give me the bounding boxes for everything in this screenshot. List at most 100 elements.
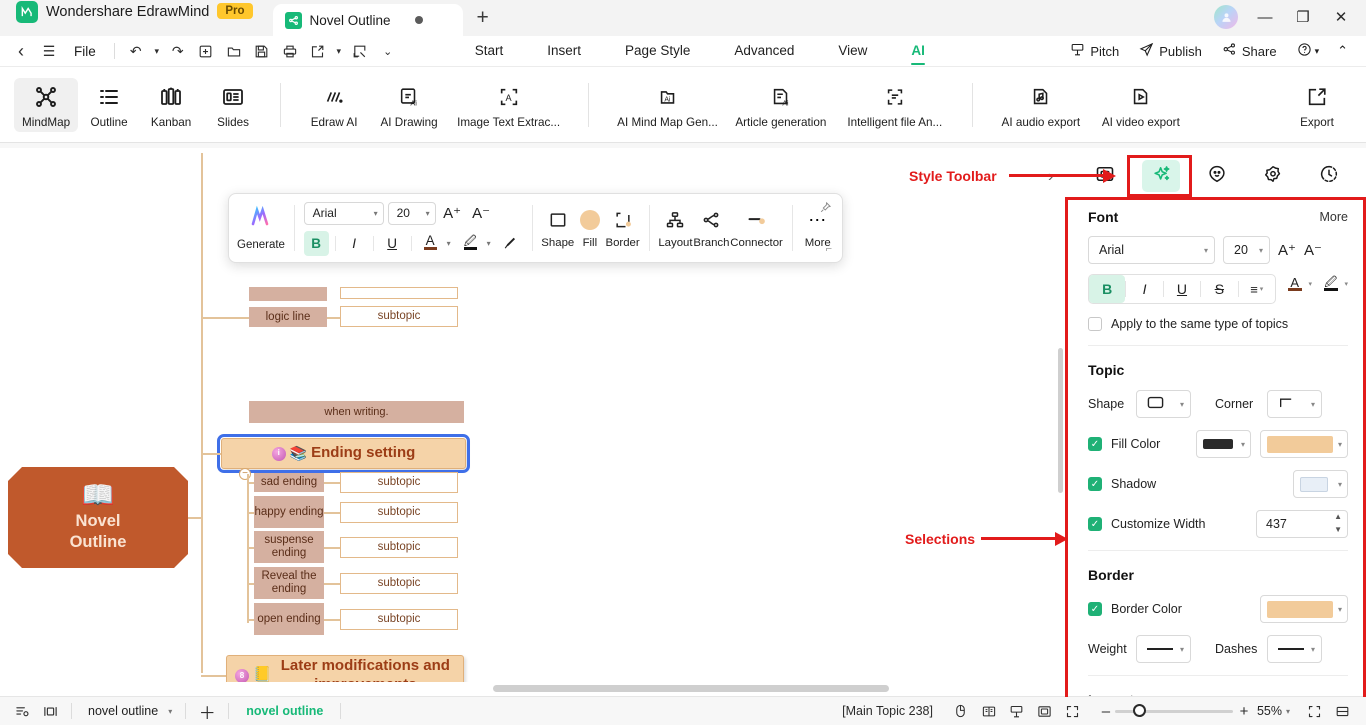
canvas-hscroll-thumb[interactable]	[493, 685, 889, 692]
panel-strikethrough-button[interactable]: S	[1201, 275, 1237, 303]
pin-toolbar-icon[interactable]	[819, 201, 832, 217]
fill-color-checkbox[interactable]: ✓	[1088, 437, 1102, 451]
increase-font-size-button[interactable]: A⁺	[440, 201, 465, 226]
file-menu[interactable]: File	[64, 44, 106, 59]
connector-button[interactable]: Connector	[730, 207, 783, 249]
outline-view-icon[interactable]	[8, 700, 36, 722]
ribbon-ai-audio-export[interactable]: AI audio export	[991, 78, 1091, 132]
collapse-panel-button[interactable]: ›	[1048, 168, 1053, 186]
zoom-in-button[interactable]: +	[1233, 703, 1255, 720]
border-color-checkbox[interactable]: ✓	[1088, 602, 1102, 616]
border-button[interactable]: Border	[605, 207, 640, 249]
tab-ai[interactable]: AI	[889, 36, 947, 66]
sheet-selector[interactable]: novel outline ▾	[79, 700, 178, 722]
new-tab-button[interactable]: +	[477, 6, 489, 30]
customize-width-checkbox[interactable]: ✓	[1088, 517, 1102, 531]
panel-bold-button[interactable]: B	[1089, 275, 1126, 303]
subtopic-open-ending[interactable]: subtopic	[340, 609, 458, 630]
undo-icon[interactable]: ↶	[123, 39, 149, 63]
undo-dropdown-caret[interactable]: ▾	[151, 39, 163, 63]
pitch-button[interactable]: Pitch	[1062, 42, 1127, 60]
ribbon-outline[interactable]: Outline	[78, 78, 140, 132]
zoom-slider[interactable]	[1114, 704, 1233, 717]
fill-button[interactable]: Fill	[574, 207, 605, 249]
new-file-icon[interactable]	[193, 39, 219, 63]
expand-toolbar-icon[interactable]: ⌐	[826, 243, 832, 255]
panel-highlight-color-button[interactable]: 🖉	[1318, 269, 1344, 299]
topic-happy-ending[interactable]: happy ending	[254, 496, 324, 528]
topic-logic-line[interactable]: logic line	[249, 307, 327, 327]
hamburger-menu-icon[interactable]: ☰	[36, 39, 62, 63]
topic-sad-ending[interactable]: sad ending	[254, 473, 324, 492]
width-stepper[interactable]: ▲ ▼	[1334, 513, 1342, 534]
tab-view[interactable]: View	[816, 36, 889, 66]
floating-format-toolbar[interactable]: Generate Arial ▾ 20 ▾ A⁺ A⁻ B I U A ▾ 🖉 …	[228, 193, 843, 263]
fit-screen-icon[interactable]	[1300, 700, 1328, 722]
tab-page-style[interactable]: Page Style	[603, 36, 712, 66]
topic-when-writing[interactable]: when writing.	[249, 401, 464, 423]
fill-color-select[interactable]: ▾	[1260, 430, 1348, 458]
zoom-out-button[interactable]: –	[1097, 703, 1115, 720]
fullscreen-icon[interactable]	[1059, 700, 1087, 722]
fill-line-color-select[interactable]: ▾	[1196, 430, 1251, 458]
user-avatar[interactable]	[1214, 5, 1238, 29]
branch1-collapse-toggle[interactable]: −	[239, 468, 251, 480]
font-family-select[interactable]: Arial ▾	[303, 201, 384, 225]
panel-align-button[interactable]: ≡ ▾	[1239, 275, 1275, 303]
more-commands-caret[interactable]: ⌄	[375, 39, 401, 63]
panel-font-size-select[interactable]: 20 ▾	[1223, 236, 1270, 264]
topic-ending-setting[interactable]: i 📚 Ending setting	[217, 434, 470, 473]
highlight-color-button[interactable]: 🖉	[458, 231, 483, 256]
close-button[interactable]: ✕	[1330, 8, 1352, 26]
share-button[interactable]: Share	[1214, 42, 1285, 60]
font-color-button[interactable]: A	[418, 231, 443, 256]
minimize-button[interactable]: —	[1254, 9, 1276, 26]
subtopic-suspense-ending[interactable]: subtopic	[340, 537, 458, 558]
book-view-icon[interactable]	[975, 700, 1003, 722]
save-icon[interactable]	[249, 39, 275, 63]
underline-button[interactable]: U	[380, 231, 405, 256]
fit-page-icon[interactable]	[1031, 700, 1059, 722]
shadow-color-select[interactable]: ▾	[1293, 470, 1348, 498]
layout-button[interactable]: Layout	[658, 207, 693, 249]
generate-button[interactable]: Generate	[237, 205, 285, 251]
shape-select[interactable]: ▾	[1136, 390, 1191, 418]
font-more-link[interactable]: More	[1320, 210, 1348, 224]
tab-start[interactable]: Start	[453, 36, 526, 66]
panel-decrease-font-button[interactable]: A⁻	[1304, 241, 1322, 259]
collapse-ribbon-button[interactable]: ⌃	[1331, 43, 1354, 59]
panel-underline-button[interactable]: U	[1164, 275, 1200, 303]
help-button[interactable]: ▾	[1289, 42, 1328, 60]
ribbon-ai-drawing[interactable]: Ai AI Drawing	[369, 78, 449, 132]
subtopic-sad-ending[interactable]: subtopic	[340, 472, 458, 493]
panel-text-color-button[interactable]: A	[1282, 269, 1308, 299]
document-tab[interactable]: Novel Outline	[272, 4, 463, 36]
decrease-font-size-button[interactable]: A⁻	[469, 201, 494, 226]
apply-same-type-row[interactable]: Apply to the same type of topics	[1088, 317, 1348, 331]
ribbon-kanban[interactable]: Kanban	[140, 78, 202, 132]
weight-select[interactable]: ▾	[1136, 635, 1191, 663]
mouse-mode-icon[interactable]	[947, 700, 975, 722]
active-sheet-tab[interactable]: novel outline	[236, 704, 333, 718]
panel-scrollbar[interactable]	[1058, 348, 1063, 493]
mindmap-root-node[interactable]: 📖 Novel Outline	[8, 467, 188, 568]
ribbon-export[interactable]: Export	[1286, 78, 1348, 132]
pitch-mode-icon[interactable]	[1003, 700, 1031, 722]
redo-icon[interactable]: ↷	[165, 39, 191, 63]
shadow-checkbox[interactable]: ✓	[1088, 477, 1102, 491]
dashes-select[interactable]: ▾	[1267, 635, 1322, 663]
tab-insert[interactable]: Insert	[525, 36, 603, 66]
apply-same-type-checkbox[interactable]	[1088, 317, 1102, 331]
ribbon-image-text-extract[interactable]: A Image Text Extrac...	[449, 78, 568, 132]
zoom-level-label[interactable]: 55%	[1257, 704, 1282, 718]
panel-font-family-select[interactable]: Arial ▾	[1088, 236, 1215, 264]
tab-theme-panel[interactable]	[1254, 160, 1292, 192]
italic-button[interactable]: I	[342, 231, 367, 256]
open-file-icon[interactable]	[221, 39, 247, 63]
tab-sticker-panel[interactable]	[1198, 160, 1236, 192]
print-icon[interactable]	[277, 39, 303, 63]
publish-button[interactable]: Publish	[1131, 42, 1210, 60]
export-share-icon[interactable]	[305, 39, 331, 63]
panel-italic-button[interactable]: I	[1126, 275, 1162, 303]
branch-button[interactable]: Branch	[693, 207, 731, 249]
